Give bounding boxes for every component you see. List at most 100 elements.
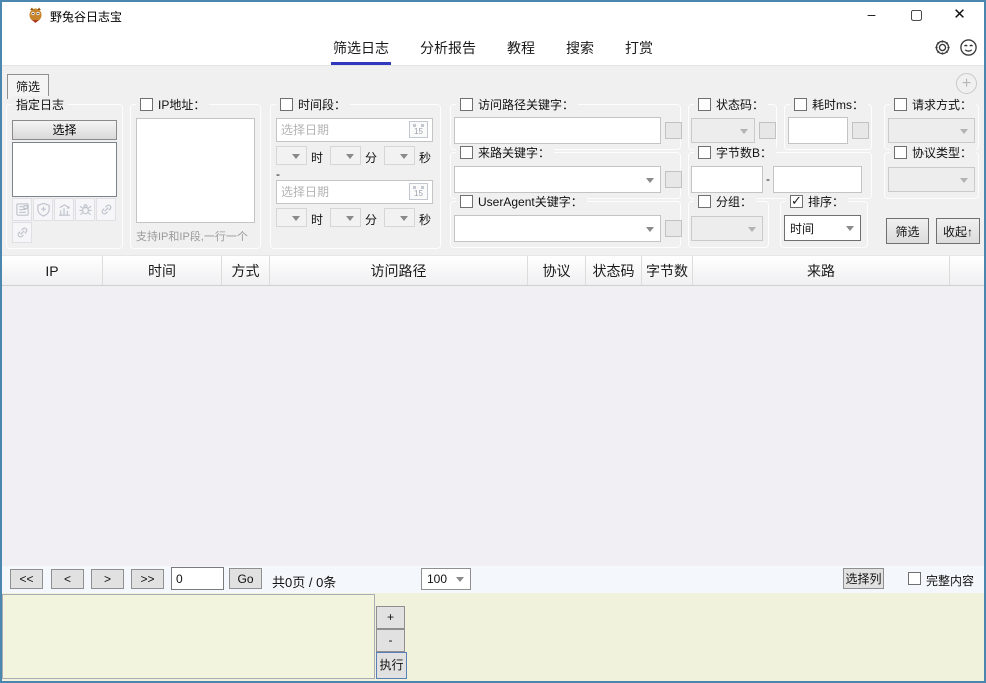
prev-page-button[interactable]: < bbox=[51, 569, 84, 589]
elapsed-checkbox[interactable] bbox=[794, 98, 807, 111]
start-second-select[interactable] bbox=[384, 146, 415, 165]
elapsed-input[interactable] bbox=[788, 117, 848, 144]
minute-label: 分 bbox=[365, 211, 377, 228]
go-button[interactable]: Go bbox=[229, 568, 262, 589]
close-button[interactable]: ✕ bbox=[937, 0, 982, 29]
bytes-max-input[interactable] bbox=[773, 166, 862, 193]
column-header-time[interactable]: 时间 bbox=[103, 256, 222, 285]
start-hour-select[interactable] bbox=[276, 146, 307, 165]
request-method-checkbox[interactable] bbox=[894, 98, 907, 111]
end-minute-select[interactable] bbox=[330, 208, 361, 227]
referer-keyword-option-button[interactable] bbox=[665, 171, 682, 188]
hour-label: 时 bbox=[311, 211, 323, 228]
status-code-combo[interactable] bbox=[691, 118, 755, 143]
nav-tab-tutorial[interactable]: 教程 bbox=[505, 30, 537, 65]
add-row-button[interactable]: + bbox=[376, 606, 405, 629]
page-size-combo[interactable]: 100 bbox=[421, 568, 471, 590]
path-keyword-checkbox[interactable] bbox=[460, 98, 473, 111]
sort-combo-value: 时间 bbox=[790, 222, 814, 236]
ip-checkbox[interactable] bbox=[140, 98, 153, 111]
column-header-filler bbox=[950, 256, 984, 285]
last-page-button[interactable]: >> bbox=[131, 569, 164, 589]
protocol-checkbox[interactable] bbox=[894, 146, 907, 159]
select-columns-button[interactable]: 选择列 bbox=[843, 568, 884, 589]
bytes-separator: - bbox=[766, 172, 770, 186]
table-body[interactable] bbox=[2, 286, 984, 566]
table-header: IP 时间 方式 访问路径 协议 状态码 字节数 来路 bbox=[2, 255, 984, 286]
link-icon-button[interactable] bbox=[96, 198, 116, 221]
bottom-panel: + - 执行 bbox=[2, 593, 984, 681]
grouping-combo[interactable] bbox=[691, 216, 763, 241]
shield-icon-button[interactable] bbox=[33, 198, 53, 221]
request-method-combo[interactable] bbox=[888, 118, 975, 143]
page-number-input[interactable] bbox=[171, 567, 224, 590]
link2-icon-button[interactable] bbox=[12, 222, 32, 243]
log-list-box[interactable] bbox=[12, 142, 117, 197]
spider-icon bbox=[78, 202, 93, 217]
ip-textarea[interactable] bbox=[136, 118, 255, 223]
chart-icon-button[interactable] bbox=[54, 198, 74, 221]
hour-label: 时 bbox=[311, 149, 323, 166]
add-tab-icon[interactable]: + bbox=[956, 73, 977, 94]
status-code-label: 状态码： bbox=[716, 96, 764, 113]
path-keyword-option-button[interactable] bbox=[665, 122, 682, 139]
filter-button[interactable]: 筛选 bbox=[886, 218, 929, 244]
execute-button[interactable]: 执行 bbox=[376, 652, 407, 679]
useragent-keyword-option-button[interactable] bbox=[665, 220, 682, 237]
elapsed-option-button[interactable] bbox=[852, 122, 869, 139]
referer-keyword-checkbox[interactable] bbox=[460, 146, 473, 159]
maximize-button[interactable]: ▢ bbox=[894, 0, 939, 29]
column-header-ip[interactable]: IP bbox=[2, 256, 103, 285]
nav-tab-search[interactable]: 搜索 bbox=[564, 30, 596, 65]
app-window: 野兔谷日志宝 – ▢ ✕ 筛选日志 分析报告 教程 搜索 打赏 筛选 + 指定日… bbox=[0, 0, 986, 683]
column-header-method[interactable]: 方式 bbox=[222, 256, 270, 285]
remove-row-button[interactable]: - bbox=[376, 629, 405, 652]
bytes-checkbox[interactable] bbox=[698, 146, 711, 159]
custom-script-box[interactable] bbox=[2, 594, 375, 679]
full-content-label: 完整内容 bbox=[926, 572, 974, 589]
smiley-icon[interactable] bbox=[959, 38, 978, 57]
end-second-select[interactable] bbox=[384, 208, 415, 227]
request-method-label: 请求方式： bbox=[912, 96, 972, 113]
date-range-separator: - bbox=[276, 167, 280, 181]
useragent-keyword-combo[interactable] bbox=[454, 215, 661, 242]
referer-keyword-combo[interactable] bbox=[454, 166, 661, 193]
minimize-button[interactable]: – bbox=[849, 0, 894, 29]
spider-icon-button[interactable] bbox=[75, 198, 95, 221]
collapse-button[interactable]: 收起↑ bbox=[936, 218, 980, 244]
end-hour-select[interactable] bbox=[276, 208, 307, 227]
start-minute-select[interactable] bbox=[330, 146, 361, 165]
page-summary: 共0页 / 0条 bbox=[272, 572, 336, 591]
ip-label: IP地址： bbox=[158, 96, 205, 113]
sort-checkbox[interactable]: ✓ bbox=[790, 195, 803, 208]
sort-combo[interactable]: 时间 bbox=[784, 215, 861, 241]
next-page-button[interactable]: > bbox=[91, 569, 124, 589]
link-icon bbox=[99, 202, 114, 217]
column-header-path[interactable]: 访问路径 bbox=[270, 256, 528, 285]
doc-icon-button[interactable] bbox=[12, 198, 32, 221]
useragent-keyword-checkbox[interactable] bbox=[460, 195, 473, 208]
group-log-title: 指定日志 bbox=[12, 96, 68, 113]
main-nav: 筛选日志 分析报告 教程 搜索 打赏 bbox=[0, 30, 986, 66]
calendar-icon[interactable]: 15 bbox=[409, 183, 428, 200]
path-keyword-input[interactable] bbox=[454, 117, 661, 144]
first-page-button[interactable]: << bbox=[10, 569, 43, 589]
grouping-checkbox[interactable] bbox=[698, 195, 711, 208]
time-range-checkbox[interactable] bbox=[280, 98, 293, 111]
bytes-min-input[interactable] bbox=[691, 166, 763, 193]
app-icon bbox=[27, 7, 44, 24]
nav-tab-donate[interactable]: 打赏 bbox=[623, 30, 655, 65]
select-log-button[interactable]: 选择 bbox=[12, 120, 117, 140]
protocol-combo[interactable] bbox=[888, 167, 975, 192]
column-header-status[interactable]: 状态码 bbox=[586, 256, 642, 285]
column-header-referer[interactable]: 来路 bbox=[693, 256, 950, 285]
column-header-bytes[interactable]: 字节数 bbox=[642, 256, 693, 285]
full-content-checkbox[interactable] bbox=[908, 572, 921, 585]
gear-icon[interactable] bbox=[933, 38, 952, 57]
nav-tab-filter-logs[interactable]: 筛选日志 bbox=[331, 30, 391, 65]
status-code-option-button[interactable] bbox=[759, 122, 776, 139]
status-code-checkbox[interactable] bbox=[698, 98, 711, 111]
nav-tab-analysis-report[interactable]: 分析报告 bbox=[418, 30, 478, 65]
column-header-protocol[interactable]: 协议 bbox=[528, 256, 586, 285]
calendar-icon[interactable]: 15 bbox=[409, 121, 428, 138]
